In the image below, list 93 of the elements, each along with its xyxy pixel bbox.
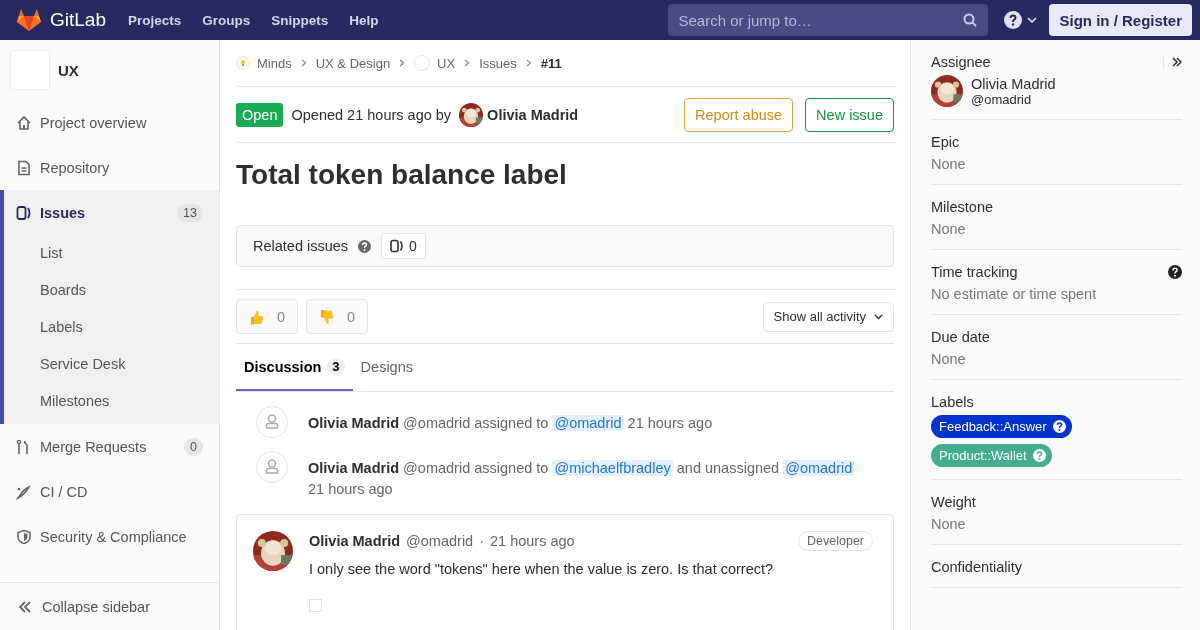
- help-icon: [1052, 420, 1066, 433]
- breadcrumb-link[interactable]: UX & Design: [315, 55, 391, 71]
- mention-link[interactable]: @omadrid: [552, 415, 624, 431]
- user-icon: [256, 406, 288, 438]
- activity-filter-dropdown[interactable]: Show all activity: [762, 301, 894, 332]
- collapse-button[interactable]: [1172, 57, 1182, 67]
- search-icon: [963, 13, 978, 27]
- sidebar-item[interactable]: Repository: [0, 145, 219, 190]
- section-title: Confidentiality: [931, 559, 1023, 575]
- shield-icon: [16, 528, 32, 545]
- double-chevron-right-icon: [1172, 57, 1182, 67]
- breadcrumb-link[interactable]: Issues: [479, 55, 517, 71]
- help-icon: [1004, 11, 1023, 29]
- search-field[interactable]: Search or jump to…: [668, 4, 989, 36]
- nav-link[interactable]: Help: [349, 12, 379, 28]
- sidebar-subitem[interactable]: List: [4, 235, 219, 272]
- section-title: Assignee: [931, 54, 991, 70]
- activity-text: Olivia Madrid @omadrid assigned to @michaelfbradley and unassigned @omadrid 21 hours ago: [308, 459, 856, 499]
- status-badge: Open: [236, 102, 284, 127]
- help-icon: [1032, 449, 1046, 462]
- section-title: Due date: [931, 329, 990, 345]
- user-icon: [256, 451, 288, 483]
- activity-text: Olivia Madrid @omadrid assigned to @omadrid 21 hours ago: [308, 414, 713, 433]
- opened-text: Opened 21 hours ago by: [291, 106, 452, 123]
- section-title: Labels: [931, 394, 974, 410]
- brand-name[interactable]: GitLab: [50, 9, 106, 31]
- breadcrumb-link[interactable]: Minds: [257, 55, 292, 71]
- count-badge: 13: [177, 203, 203, 222]
- chevron-right-icon: [300, 59, 307, 67]
- breadcrumb-link[interactable]: #11: [540, 55, 562, 71]
- sidebar-item[interactable]: Project overview: [0, 100, 219, 145]
- mention-link[interactable]: @omadrid: [783, 460, 855, 476]
- sidebar-item[interactable]: CI / CD: [0, 469, 219, 514]
- chevron-right-icon: [399, 59, 406, 67]
- issues-icon: [390, 239, 405, 253]
- sidebar-item[interactable]: Issues 13: [4, 190, 219, 235]
- section-value: None: [931, 156, 967, 172]
- help-icon: [358, 239, 372, 253]
- nav-link[interactable]: Snippets: [271, 12, 329, 28]
- nav-link[interactable]: Projects: [128, 12, 182, 28]
- avatar-icon: [414, 55, 431, 71]
- tab[interactable]: Designs: [352, 344, 421, 391]
- sidebar-subitem[interactable]: Labels: [4, 309, 219, 346]
- document-icon: [16, 159, 32, 176]
- sidebar-item[interactable]: Merge Requests 0: [0, 424, 219, 469]
- reaction-button[interactable]: 0: [236, 299, 299, 334]
- section-title: Epic: [931, 134, 960, 150]
- label-tag[interactable]: Feedback::Answer: [931, 415, 1072, 438]
- reaction-button[interactable]: 0: [306, 299, 369, 334]
- chevron-right-icon: [464, 59, 471, 67]
- section-title: Weight: [931, 494, 976, 510]
- tab[interactable]: Discussion 3: [236, 344, 353, 391]
- checkbox[interactable]: [309, 599, 322, 612]
- fox-logo-icon: [16, 8, 42, 32]
- sidebar-subitem[interactable]: Milestones: [4, 383, 219, 420]
- sign-in-button[interactable]: Sign in / Register: [1049, 4, 1192, 36]
- caret-icon: [1027, 17, 1038, 23]
- username: @omadrid: [406, 533, 474, 549]
- help-dropdown[interactable]: [1004, 11, 1038, 29]
- timestamp: 21 hours ago: [490, 533, 575, 549]
- section-value: None: [931, 351, 967, 367]
- mention-link[interactable]: @michaelfbradley: [552, 460, 673, 476]
- section-title: Milestone: [931, 199, 994, 215]
- breadcrumb-link[interactable]: UX: [437, 55, 456, 71]
- caret-icon: [874, 313, 883, 320]
- new-issue-button[interactable]: New issue: [805, 97, 894, 132]
- count-badge: 0: [184, 437, 203, 456]
- collapse-sidebar-button[interactable]: Collapse sidebar: [0, 582, 219, 630]
- section-value: None: [931, 516, 967, 532]
- assignee-link[interactable]: Olivia Madrid @omadrid: [931, 75, 1182, 107]
- author-link[interactable]: Olivia Madrid: [459, 102, 579, 127]
- chevron-right-icon: [525, 59, 532, 67]
- bulb-icon: [236, 56, 250, 70]
- sidebar-subitem[interactable]: Service Desk: [4, 346, 219, 383]
- separator: ·: [479, 533, 484, 549]
- double-chevron-left-icon: [18, 599, 32, 614]
- comment-text: I only see the word "tokens" here when the value is zero. Is that correct?: [309, 561, 775, 577]
- thumbs-up-icon: [249, 308, 265, 325]
- section-value: None: [931, 221, 967, 237]
- count-badge: 3: [327, 358, 345, 375]
- section-title: Time tracking: [931, 264, 1018, 280]
- related-count-badge: 0: [381, 233, 426, 259]
- nav-link[interactable]: Groups: [202, 12, 251, 28]
- sidebar-item[interactable]: Security & Compliance: [0, 514, 219, 559]
- issues-icon: [16, 204, 32, 221]
- issue-title: Total token balance label: [236, 158, 568, 192]
- sidebar-subitem[interactable]: Boards: [4, 272, 219, 309]
- thumbs-down-icon: [319, 308, 336, 325]
- section-value: No estimate or time spent: [931, 286, 1098, 302]
- project-name[interactable]: UX: [58, 61, 79, 79]
- author-name[interactable]: Olivia Madrid: [309, 533, 401, 549]
- related-issues-heading: Related issues: [253, 238, 349, 254]
- home-icon: [16, 114, 32, 131]
